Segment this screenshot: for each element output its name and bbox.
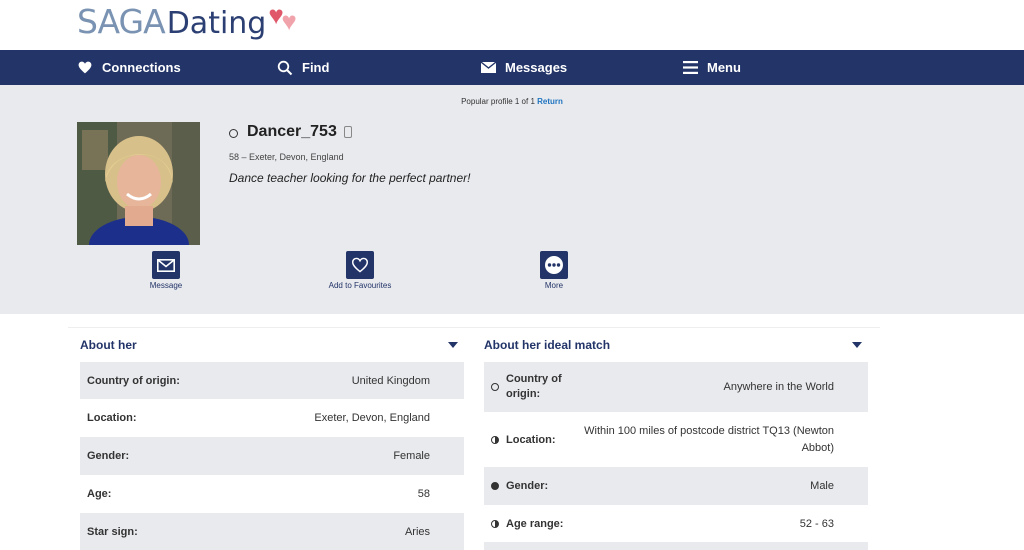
about-her-row: Star sign: Aries — [80, 513, 464, 550]
add-to-favourites-button[interactable]: Add to Favourites — [315, 251, 405, 290]
about-her-header[interactable]: About her — [80, 328, 464, 362]
row-label: Country of origin: — [87, 374, 180, 387]
ideal-match-row: Country of origin: Anywhere in the World — [484, 362, 868, 412]
row-label-text: Age range: — [506, 517, 564, 530]
heart-icon — [77, 60, 93, 76]
online-status-icon — [229, 129, 238, 138]
chevron-down-icon[interactable] — [852, 342, 862, 348]
row-label: Country of origin: — [491, 372, 568, 402]
row-value: 58 — [417, 488, 430, 500]
row-label: Gender: — [491, 480, 548, 492]
profile-photo[interactable] — [77, 122, 200, 245]
about-her-row: Location: Exeter, Devon, England — [80, 399, 464, 437]
row-label: Gender: — [87, 450, 130, 462]
nav-find-label: Find — [302, 60, 330, 75]
hamburger-icon — [682, 60, 698, 76]
envelope-icon — [152, 251, 180, 279]
profile-tagline: Dance teacher looking for the perfect pa… — [229, 171, 471, 185]
nav-connections-label: Connections — [102, 60, 181, 75]
row-label: Location: — [491, 434, 556, 446]
more-dots-icon — [540, 251, 568, 279]
about-her-section: About her Country of origin: United King… — [80, 328, 464, 550]
message-button[interactable]: Message — [121, 251, 211, 290]
row-value: Female — [393, 450, 430, 462]
about-her-row: Age: 58 — [80, 475, 464, 513]
ideal-match-row: Age range: 52 - 63 — [484, 505, 868, 542]
ideal-match-title: About her ideal match — [484, 338, 611, 352]
row-label: Age range: — [491, 518, 563, 530]
ideal-match-row: Location: Within 100 miles of postcode d… — [484, 412, 868, 467]
heart-outline-icon — [346, 251, 374, 279]
profile-breadcrumb: Popular profile 1 of 1 Return — [0, 97, 1024, 106]
row-value: Exeter, Devon, England — [314, 412, 430, 424]
row-label-text: Country of origin: — [506, 373, 562, 400]
profile-name-row: Dancer_753 — [229, 123, 352, 141]
nav-menu[interactable]: Menu — [682, 60, 741, 76]
profile-details: About her Country of origin: United King… — [0, 314, 1024, 550]
about-her-title: About her — [80, 338, 137, 352]
row-label: Location: — [87, 412, 137, 424]
add-to-favourites-label: Add to Favourites — [328, 281, 392, 290]
row-label-text: Gender: — [506, 480, 549, 492]
nav-connections[interactable]: Connections — [77, 60, 181, 76]
importance-half-icon — [491, 519, 499, 528]
saga-dating-logo[interactable]: SAGA Dating ♥ ♥ — [77, 2, 306, 46]
row-value: 52 - 63 — [799, 517, 834, 530]
main-nav: Connections Find Messages Menu — [0, 50, 1024, 85]
row-label: Star sign: — [87, 525, 138, 538]
envelope-icon — [480, 60, 496, 76]
ideal-match-header[interactable]: About her ideal match — [484, 328, 868, 362]
more-button-label: More — [544, 281, 564, 290]
importance-empty-icon — [491, 383, 499, 391]
profile-username: Dancer_753 — [247, 123, 337, 140]
more-button[interactable]: More — [509, 251, 599, 290]
importance-half-icon — [491, 435, 499, 444]
row-value: United Kingdom — [351, 374, 430, 387]
about-her-row: Gender: Female — [80, 437, 464, 475]
profile-panel: Popular profile 1 of 1 Return Dancer_753… — [0, 85, 1024, 314]
profile-location: 58 – Exeter, Devon, England — [229, 152, 344, 162]
mobile-phone-icon — [343, 126, 352, 138]
nav-messages-label: Messages — [505, 60, 568, 75]
row-value: Within 100 miles of postcode district TQ… — [584, 424, 834, 454]
row-value: Male — [810, 480, 834, 492]
chevron-down-icon[interactable] — [448, 342, 458, 348]
return-link[interactable]: Return — [537, 97, 563, 106]
message-button-label: Message — [149, 281, 183, 290]
nav-messages[interactable]: Messages — [480, 60, 567, 76]
importance-full-icon — [491, 482, 499, 490]
logo-saga-text: SAGA — [77, 2, 166, 41]
row-label: Age: — [87, 488, 112, 500]
site-header: SAGA Dating ♥ ♥ — [0, 0, 1024, 50]
hearts-logo-icon: ♥ ♥ — [268, 0, 297, 36]
row-label-text: Location: — [506, 433, 556, 446]
breadcrumb-text: Popular profile 1 of 1 — [461, 97, 535, 106]
nav-menu-label: Menu — [707, 60, 741, 75]
ideal-match-row: Gender: Male — [484, 467, 868, 505]
row-value: Anywhere in the World — [723, 381, 834, 393]
logo-dating-text: Dating — [166, 6, 267, 41]
ideal-match-section: About her ideal match Country of origin:… — [484, 328, 868, 550]
nav-find[interactable]: Find — [277, 60, 329, 76]
row-value: Aries — [404, 525, 430, 538]
search-icon — [277, 60, 293, 76]
about-her-row: Country of origin: United Kingdom — [80, 362, 464, 399]
